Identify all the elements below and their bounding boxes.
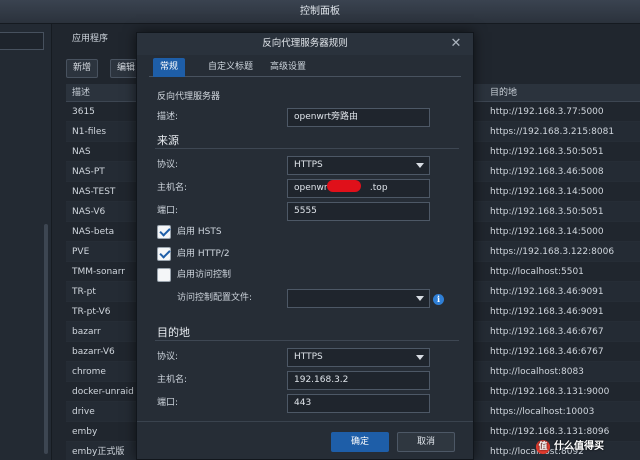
redaction-mark [327,180,361,192]
source-heading: 来源 [157,134,179,147]
row-destination: http://192.168.3.46:5008 [490,167,604,177]
access-profile-select[interactable] [287,289,430,308]
cancel-button[interactable]: 取消 [397,432,455,452]
row-description: chrome [72,367,106,377]
tab-applications[interactable]: 应用程序 [72,30,108,48]
dst-hostname-input[interactable]: 192.168.3.2 [287,371,430,390]
row-description: TR-pt [72,287,96,297]
row-destination: https://192.168.3.215:8081 [490,127,615,137]
ok-button[interactable]: 确定 [331,432,389,452]
new-button[interactable]: 新增 [66,59,99,78]
access-profile-label: 访问控制配置文件: [177,293,253,303]
src-protocol-value: HTTPS [294,160,323,170]
col-destination-header[interactable]: 目的地 [490,84,517,102]
window-titlebar: 控制面板 [0,0,640,24]
section-proxy-label: 反向代理服务器 [157,92,221,102]
row-description: NAS [72,147,91,157]
source-divider [155,148,459,149]
dst-protocol-value: HTTPS [294,352,323,362]
chevron-down-icon [416,296,424,301]
row-description: emby [72,427,98,437]
row-destination: http://localhost:5501 [490,267,584,277]
access-control-checkbox[interactable] [157,268,171,282]
http2-label: 启用 HTTP/2 [177,249,230,259]
dialog-title: 反向代理服务器规则 [137,33,473,55]
row-destination: http://192.168.3.14:5000 [490,227,604,237]
row-description: docker-unraid [72,387,134,397]
description-input[interactable]: openwrt旁路由 [287,108,430,127]
src-port-label: 端口: [157,206,179,216]
chevron-down-icon [416,163,424,168]
info-icon[interactable]: i [433,294,444,305]
reverse-proxy-rule-dialog: 反向代理服务器规则 ✕ 常规 自定义标题 高级设置 反向代理服务器 描述: op… [136,32,474,460]
dst-port-input[interactable]: 443 [287,394,430,413]
src-protocol-select[interactable]: HTTPS [287,156,430,175]
row-destination: http://192.168.3.77:5000 [490,107,604,117]
src-protocol-label: 协议: [157,160,179,170]
dst-host-label: 主机名: [157,375,188,385]
dst-port-label: 端口: [157,398,179,408]
tab-advanced-settings[interactable]: 高级设置 [263,58,313,77]
row-description: emby正式版 [72,447,125,457]
row-description: NAS-TEST [72,187,116,197]
row-description: PVE [72,247,90,257]
row-destination: http://localhost:8083 [490,367,584,377]
tab-general[interactable]: 常规 [153,58,186,77]
hsts-label: 启用 HSTS [177,227,222,237]
tab-custom-header[interactable]: 自定义标题 [201,58,260,77]
desc-label: 描述: [157,112,179,122]
col-description-header[interactable]: 描述 [72,84,90,102]
row-description: TR-pt-V6 [72,307,111,317]
row-destination: http://192.168.3.46:6767 [490,347,604,357]
row-description: N1-files [72,127,107,137]
dialog-tabbar: 常规 自定义标题 高级设置 [149,55,461,77]
row-destination: https://192.168.3.122:8006 [490,247,615,257]
watermark: 值 什么值得买 [536,434,640,460]
row-description: bazarr [72,327,101,337]
destination-divider [155,340,459,341]
row-description: NAS-beta [72,227,115,237]
window-title: 控制面板 [300,6,340,17]
destination-heading: 目的地 [157,326,190,339]
smzdm-logo-icon: 值 [536,440,550,454]
dialog-footer: 确定 取消 [137,421,473,459]
row-destination: https://localhost:10003 [490,407,595,417]
row-description: NAS-V6 [72,207,106,217]
src-host-suffix: .top [369,183,388,193]
row-destination: http://192.168.3.50:5051 [490,207,604,217]
sidebar-search-input[interactable] [0,32,44,50]
src-port-input[interactable]: 5555 [287,202,430,221]
row-destination: http://192.168.3.50:5051 [490,147,604,157]
row-destination: http://192.168.3.46:9091 [490,307,604,317]
row-description: 3615 [72,107,95,117]
row-destination: http://192.168.3.131:9000 [490,387,610,397]
row-description: bazarr-V6 [72,347,115,357]
close-icon[interactable]: ✕ [449,37,463,51]
row-destination: http://192.168.3.46:6767 [490,327,604,337]
row-description: drive [72,407,95,417]
chevron-down-icon [416,355,424,360]
dst-protocol-select[interactable]: HTTPS [287,348,430,367]
row-description: NAS-PT [72,167,105,177]
sidebar [0,24,52,460]
row-description: TMM-sonarr [72,267,125,277]
row-destination: http://192.168.3.14:5000 [490,187,604,197]
row-destination: http://192.168.3.46:9091 [490,287,604,297]
http2-checkbox[interactable] [157,247,171,261]
dst-protocol-label: 协议: [157,352,179,362]
src-host-label: 主机名: [157,183,188,193]
sidebar-scrollbar[interactable] [44,224,48,454]
hsts-checkbox[interactable] [157,225,171,239]
access-control-label: 启用访问控制 [177,270,232,280]
watermark-text: 什么值得买 [554,441,604,452]
